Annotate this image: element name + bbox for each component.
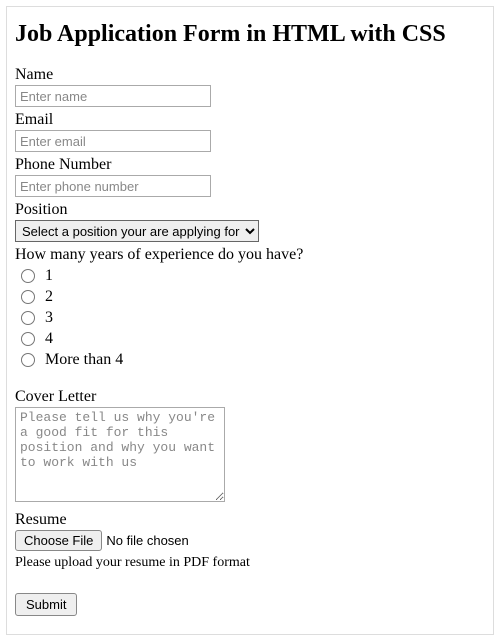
name-label: Name xyxy=(15,66,485,84)
experience-radio-label: 4 xyxy=(45,330,53,348)
phone-label: Phone Number xyxy=(15,156,485,174)
experience-radio-1[interactable] xyxy=(21,269,35,283)
experience-radio-5[interactable] xyxy=(21,353,35,367)
experience-radio-label: 1 xyxy=(45,267,53,285)
experience-radio-label: More than 4 xyxy=(45,351,123,369)
resume-label: Resume xyxy=(15,511,485,529)
position-label: Position xyxy=(15,201,485,219)
experience-radio-label: 2 xyxy=(45,288,53,306)
experience-radio-group: 1 2 3 4 More than 4 xyxy=(21,267,485,369)
experience-option: More than 4 xyxy=(21,351,485,369)
choose-file-button[interactable]: Choose File xyxy=(15,530,102,551)
resume-hint: Please upload your resume in PDF format xyxy=(15,555,485,571)
experience-option: 3 xyxy=(21,309,485,327)
position-select[interactable]: Select a position your are applying for xyxy=(15,220,259,242)
name-input[interactable] xyxy=(15,85,211,107)
experience-radio-4[interactable] xyxy=(21,332,35,346)
cover-letter-label: Cover Letter xyxy=(15,388,485,406)
experience-option: 4 xyxy=(21,330,485,348)
phone-input[interactable] xyxy=(15,175,211,197)
email-input[interactable] xyxy=(15,130,211,152)
experience-radio-3[interactable] xyxy=(21,311,35,325)
experience-radio-2[interactable] xyxy=(21,290,35,304)
page-title: Job Application Form in HTML with CSS xyxy=(15,21,485,48)
experience-option: 2 xyxy=(21,288,485,306)
experience-radio-label: 3 xyxy=(45,309,53,327)
experience-option: 1 xyxy=(21,267,485,285)
form-container: Job Application Form in HTML with CSS Na… xyxy=(6,6,494,635)
file-status-text: No file chosen xyxy=(106,533,188,548)
experience-label: How many years of experience do you have… xyxy=(15,246,485,264)
cover-letter-textarea[interactable] xyxy=(15,407,225,502)
email-label: Email xyxy=(15,111,485,129)
resume-file-row: Choose File No file chosen xyxy=(15,530,485,551)
submit-button[interactable]: Submit xyxy=(15,593,77,616)
